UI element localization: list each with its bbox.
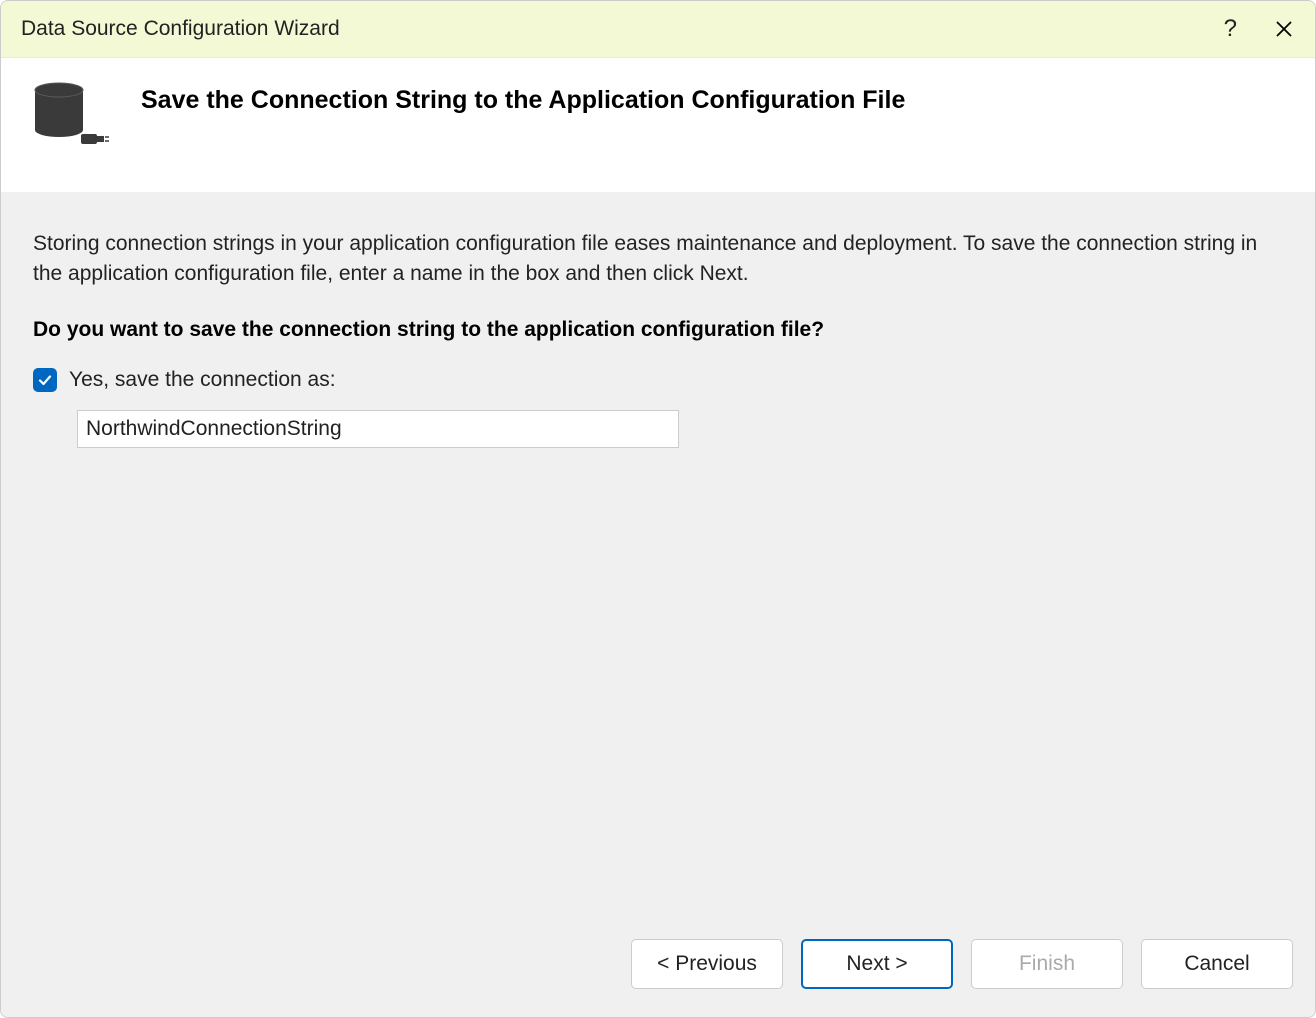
previous-button[interactable]: < Previous [631,939,783,989]
connection-name-wrap [77,410,1283,448]
finish-button: Finish [971,939,1123,989]
help-button[interactable]: ? [1224,15,1237,43]
question-text: Do you want to save the connection strin… [33,318,1283,342]
page-title: Save the Connection String to the Applic… [141,86,905,115]
connection-name-input[interactable] [77,410,679,448]
window-title: Data Source Configuration Wizard [21,17,340,41]
close-button[interactable] [1273,18,1295,40]
check-icon [37,372,53,388]
header-section: Save the Connection String to the Applic… [1,58,1315,193]
cancel-button[interactable]: Cancel [1141,939,1293,989]
title-controls: ? [1224,15,1295,43]
footer: < Previous Next > Finish Cancel [1,919,1315,1017]
title-bar: Data Source Configuration Wizard ? [1,1,1315,58]
save-connection-row: Yes, save the connection as: [33,368,1283,392]
content-area: Storing connection strings in your appli… [1,193,1315,919]
description-text: Storing connection strings in your appli… [33,229,1283,290]
next-button[interactable]: Next > [801,939,953,989]
save-connection-label: Yes, save the connection as: [69,368,336,392]
database-icon [31,82,111,152]
wizard-dialog: Data Source Configuration Wizard ? [0,0,1316,1018]
close-icon [1275,20,1293,38]
save-connection-checkbox[interactable] [33,368,57,392]
